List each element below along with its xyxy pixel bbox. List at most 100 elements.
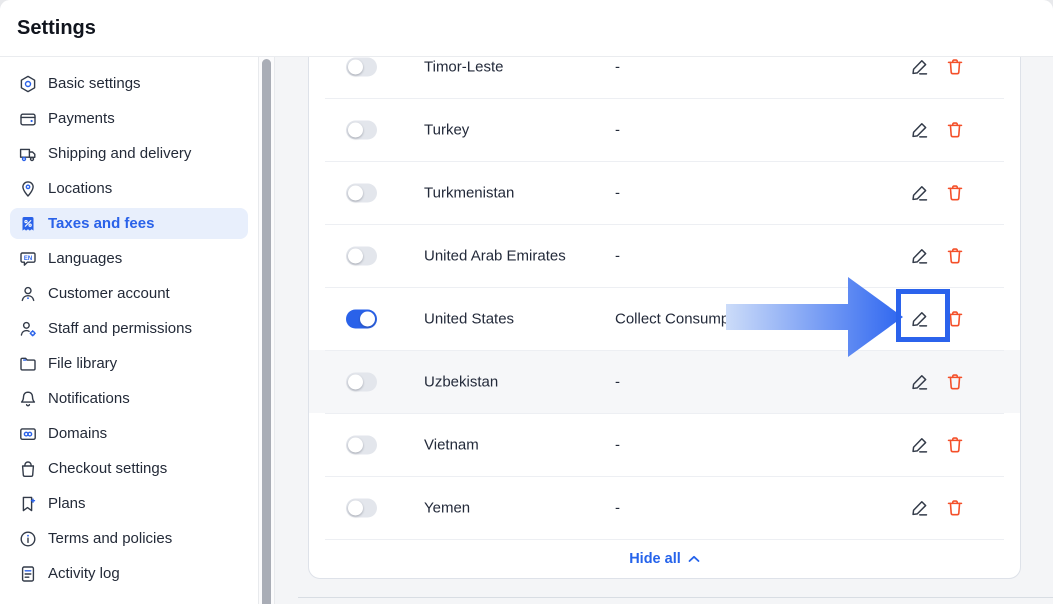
bookmark-plus-icon <box>18 494 38 514</box>
sidebar-item-payments[interactable]: Payments <box>10 103 248 134</box>
country-toggle[interactable] <box>346 435 377 454</box>
next-section-divider <box>298 597 1053 598</box>
edit-button[interactable] <box>910 57 929 76</box>
country-toggle[interactable] <box>346 57 377 76</box>
sidebar-item-languages[interactable]: EN Languages <box>10 243 248 274</box>
sidebar-item-label: Locations <box>48 180 112 197</box>
header-bar: Settings <box>0 0 1053 57</box>
sidebar-item-label: File library <box>48 355 117 372</box>
toggle-knob <box>360 311 375 326</box>
toggle-knob <box>348 59 363 74</box>
sidebar-item-file-library[interactable]: File library <box>10 348 248 379</box>
wallet-icon <box>18 109 38 129</box>
bell-icon <box>18 389 38 409</box>
country-toggle[interactable] <box>346 120 377 139</box>
country-toggle[interactable] <box>346 372 377 391</box>
row-actions <box>910 57 964 76</box>
sidebar-item-taxes-and-fees[interactable]: Taxes and fees <box>10 208 248 239</box>
row-actions <box>910 309 964 328</box>
table-row: Timor-Leste - <box>309 57 1020 98</box>
delete-button[interactable] <box>945 183 964 202</box>
edit-button[interactable] <box>910 372 929 391</box>
sidebar-item-notifications[interactable]: Notifications <box>10 383 248 414</box>
pencil-icon <box>910 435 929 454</box>
sidebar-item-label: Terms and policies <box>48 530 172 547</box>
sidebar-item-basic-settings[interactable]: Basic settings <box>10 68 248 99</box>
nut-icon <box>18 74 38 94</box>
country-label: Turkey <box>424 121 469 138</box>
hide-all-link[interactable]: Hide all <box>629 551 700 567</box>
pencil-icon <box>910 309 929 328</box>
info-circle-icon <box>18 529 38 549</box>
tax-status-label: - <box>615 499 620 516</box>
row-actions <box>910 498 964 517</box>
country-label: Turkmenistan <box>424 184 514 201</box>
sidebar-item-label: Checkout settings <box>48 460 167 477</box>
main-panel: Timor-Leste - Turkey - Tur <box>276 57 1053 604</box>
delete-button[interactable] <box>945 372 964 391</box>
taxes-card: Timor-Leste - Turkey - Tur <box>308 57 1021 579</box>
delete-button[interactable] <box>945 246 964 265</box>
table-row-united-states: United States Collect Consump <box>309 287 1020 350</box>
sidebar-item-shipping-and-delivery[interactable]: Shipping and delivery <box>10 138 248 169</box>
sidebar-item-label: Basic settings <box>48 75 141 92</box>
edit-button[interactable] <box>910 120 929 139</box>
toggle-knob <box>348 374 363 389</box>
country-toggle[interactable] <box>346 498 377 517</box>
sidebar: Basic settings Payments Shipping and del… <box>0 57 258 604</box>
row-actions <box>910 372 964 391</box>
trash-icon <box>946 121 964 139</box>
row-actions <box>910 120 964 139</box>
country-toggle[interactable] <box>346 246 377 265</box>
pencil-icon <box>910 120 929 139</box>
document-icon <box>18 564 38 584</box>
toggle-knob <box>348 185 363 200</box>
receipt-percent-icon <box>18 214 38 234</box>
edit-button[interactable] <box>910 183 929 202</box>
delete-button[interactable] <box>945 435 964 454</box>
sidebar-item-label: Languages <box>48 250 122 267</box>
sidebar-scrollbar-thumb[interactable] <box>262 59 271 604</box>
sidebar-item-activity-log[interactable]: Activity log <box>10 558 248 589</box>
delete-button[interactable] <box>945 498 964 517</box>
country-toggle[interactable] <box>346 183 377 202</box>
edit-button[interactable] <box>910 498 929 517</box>
sidebar-item-checkout-settings[interactable]: Checkout settings <box>10 453 248 484</box>
delete-button[interactable] <box>945 57 964 76</box>
country-toggle[interactable] <box>346 309 377 328</box>
edit-button[interactable] <box>910 309 929 328</box>
delete-button[interactable] <box>945 120 964 139</box>
table-row: United Arab Emirates - <box>309 224 1020 287</box>
trash-icon <box>946 184 964 202</box>
sidebar-scrollbar-track <box>258 57 275 604</box>
sidebar-item-staff-and-permissions[interactable]: Staff and permissions <box>10 313 248 344</box>
sidebar-item-customer-account[interactable]: Customer account <box>10 278 248 309</box>
sidebar-item-locations[interactable]: Locations <box>10 173 248 204</box>
row-actions <box>910 435 964 454</box>
tax-status-label: - <box>615 121 620 138</box>
trash-icon <box>946 499 964 517</box>
sidebar-item-plans[interactable]: Plans <box>10 488 248 519</box>
table-row: Yemen - <box>309 476 1020 539</box>
sidebar-item-label: Payments <box>48 110 115 127</box>
edit-button[interactable] <box>910 246 929 265</box>
trash-icon <box>946 373 964 391</box>
settings-window: Settings Basic settings Payments Shippin… <box>0 0 1053 604</box>
country-label: United States <box>424 310 514 327</box>
pencil-icon <box>910 57 929 76</box>
tax-status-label: - <box>615 184 620 201</box>
pencil-icon <box>910 372 929 391</box>
edit-button[interactable] <box>910 435 929 454</box>
pencil-icon <box>910 183 929 202</box>
sidebar-item-terms-and-policies[interactable]: Terms and policies <box>10 523 248 554</box>
person-icon <box>18 284 38 304</box>
country-label: Vietnam <box>424 436 479 453</box>
toggle-knob <box>348 122 363 137</box>
sidebar-item-label: Notifications <box>48 390 130 407</box>
sidebar-item-domains[interactable]: Domains <box>10 418 248 449</box>
delete-button[interactable] <box>945 309 964 328</box>
hide-all-label: Hide all <box>629 551 681 567</box>
tax-status-label: - <box>615 58 620 75</box>
row-actions <box>910 183 964 202</box>
table-row: Vietnam - <box>309 413 1020 476</box>
